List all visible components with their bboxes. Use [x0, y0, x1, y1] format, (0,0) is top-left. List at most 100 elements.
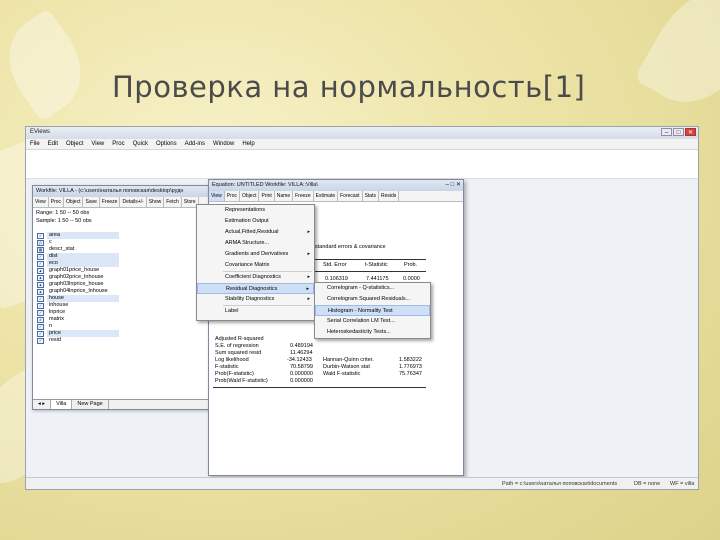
menu-item-gradients[interactable]: Gradients and Derivatives ▸: [197, 249, 314, 260]
stat-value: 70.58799: [290, 364, 313, 370]
eq-name-button[interactable]: Name: [275, 191, 294, 201]
eq-stats-button[interactable]: Stats: [363, 191, 379, 201]
menu-item-arma-structure[interactable]: ARMA Structure...: [197, 238, 314, 249]
stat-value: 0.000000: [290, 378, 313, 384]
tab-villa[interactable]: Villa: [51, 400, 73, 409]
wf-proc-button[interactable]: Proc: [49, 197, 65, 207]
stat-label-2: Durbin-Watson stat: [323, 364, 370, 370]
menu-help[interactable]: Help: [242, 141, 254, 147]
close-button[interactable]: ✕: [685, 128, 696, 136]
list-item[interactable]: ✓ lnprice: [37, 309, 222, 316]
eq-view-button[interactable]: View: [209, 191, 225, 201]
list-item[interactable]: ▲ graph01price_house: [37, 267, 222, 274]
list-item[interactable]: ✓ area: [37, 232, 222, 239]
menu-item-estimation-output[interactable]: Estimation Output: [197, 216, 314, 227]
app-title: EViews: [30, 129, 50, 135]
workfile-title: Workfile: VILLA - (c:\users\наталья попо…: [36, 188, 184, 194]
series-icon: ✓: [37, 337, 44, 344]
background-leaf-decoration: [0, 8, 100, 122]
tab-new-page[interactable]: New Page: [72, 400, 109, 409]
workfile-range: Range: 1 50 -- 50 obs: [36, 210, 90, 216]
submenu-item-correlogram-squared[interactable]: Correlogram Squared Residuals...: [315, 294, 430, 305]
eq-freeze-button[interactable]: Freeze: [293, 191, 314, 201]
eq-forecast-button[interactable]: Forecast: [338, 191, 363, 201]
eq-object-button[interactable]: Object: [240, 191, 260, 201]
menu-item-actual-fitted-residual[interactable]: Actual,Fitted,Residual ▸: [197, 227, 314, 238]
stat-value: 0.489194: [290, 343, 313, 349]
submenu-arrow-icon: ▸: [307, 296, 310, 302]
menu-object[interactable]: Object: [66, 141, 83, 147]
wf-fetch-button[interactable]: Fetch: [164, 197, 182, 207]
series-icon: ✓: [37, 253, 44, 260]
stat-row: Prob(Wald F-statistic) 0.000000: [215, 378, 425, 385]
menu-item-representations[interactable]: Representations: [197, 205, 314, 216]
command-window[interactable]: [26, 151, 698, 179]
wf-object-button[interactable]: Object: [64, 197, 84, 207]
list-item[interactable]: ✓ house: [37, 295, 222, 302]
header-std-error: Std. Error: [323, 262, 347, 268]
menu-add-ins[interactable]: Add-ins: [185, 141, 205, 147]
eq-proc-button[interactable]: Proc: [225, 191, 241, 201]
table-rule: [213, 387, 426, 388]
stat-label: Sum squared resid: [215, 350, 262, 356]
equation-toolbar: View Proc Object Print Name Freeze Estim…: [209, 191, 463, 202]
list-item[interactable]: ✓ resid: [37, 337, 222, 344]
list-item[interactable]: ▲ graph03lnprice_house: [37, 281, 222, 288]
submenu-item-heteroskedasticity[interactable]: Heteroskedasticity Tests...: [315, 327, 430, 338]
wf-show-button[interactable]: Show: [147, 197, 165, 207]
equation-window-controls[interactable]: – □ ✕: [446, 181, 461, 188]
workfile-object-list: ✓ area βc ▦ descr_stat ✓ dist ✓ eco ▲ graph01…: [37, 232, 222, 344]
stat-row: F-statistic 70.58799 Durbin-Watson stat …: [215, 364, 425, 371]
menu-item-coefficient-diagnostics[interactable]: Coefficient Diagnostics ▸: [197, 272, 314, 283]
list-item[interactable]: ✓ price: [37, 330, 222, 337]
app-title-bar: EViews – □ ✕: [26, 127, 698, 139]
maximize-button[interactable]: □: [673, 128, 684, 136]
submenu-item-serial-correlation[interactable]: Serial Correlation LM Test...: [315, 316, 430, 327]
background-leaf-decoration: [633, 0, 720, 124]
graph-icon: ▲: [37, 281, 44, 288]
wf-save-button[interactable]: Save: [83, 197, 100, 207]
menu-item-covariance-matrix[interactable]: Covariance Matrix: [197, 260, 314, 271]
stat-value-2: 1.583222: [399, 357, 422, 363]
list-item[interactable]: # matrix: [37, 316, 222, 323]
status-bar: Path = c:\users\наталья поповская\docume…: [26, 477, 698, 489]
list-item[interactable]: ✓ eco: [37, 260, 222, 267]
equation-title-bar[interactable]: Equation: UNTITLED Workfile: VILLA::Vill…: [209, 180, 463, 191]
header-prob: Prob.: [404, 262, 418, 268]
list-item[interactable]: ▦ descr_stat: [37, 246, 222, 253]
menu-item-label[interactable]: Label: [197, 306, 314, 317]
list-item[interactable]: ▲ graph04lnprice_lnhouse: [37, 288, 222, 295]
wf-details-button[interactable]: Details+/-: [120, 197, 147, 207]
menu-item-stability-diagnostics[interactable]: Stability Diagnostics ▸: [197, 294, 314, 305]
list-item[interactable]: βc: [37, 239, 222, 246]
menu-view[interactable]: View: [91, 141, 104, 147]
list-item[interactable]: ✓ lnhouse: [37, 302, 222, 309]
stat-label-2: Wald F-statistic: [323, 371, 361, 377]
menu-quick[interactable]: Quick: [133, 141, 148, 147]
wf-freeze-button[interactable]: Freeze: [100, 197, 121, 207]
menu-proc[interactable]: Proc: [112, 141, 124, 147]
tab-nav-arrows[interactable]: ◂ ▸: [33, 400, 52, 409]
menu-edit[interactable]: Edit: [48, 141, 58, 147]
matrix-icon: #: [37, 316, 44, 323]
list-item[interactable]: ▲ graph02price_lnhouse: [37, 274, 222, 281]
menu-file[interactable]: File: [30, 141, 40, 147]
eq-estimate-button[interactable]: Estimate: [314, 191, 339, 201]
submenu-item-correlogram-q[interactable]: Correlogram - Q-statistics...: [315, 283, 430, 294]
wf-view-button[interactable]: View: [33, 197, 49, 207]
stat-label: Prob(F-statistic): [215, 371, 254, 377]
list-item[interactable]: ✓ dist: [37, 253, 222, 260]
menu-window[interactable]: Window: [213, 141, 234, 147]
submenu-item-histogram-normality[interactable]: Histogram - Normality Test: [315, 305, 430, 316]
eq-print-button[interactable]: Print: [259, 191, 275, 201]
eq-resids-button[interactable]: Resids: [379, 191, 400, 201]
minimize-button[interactable]: –: [661, 128, 672, 136]
series-icon: ✓: [37, 323, 44, 330]
covariance-text: standard errors & covariance: [315, 244, 386, 250]
menu-options[interactable]: Options: [156, 141, 177, 147]
list-item[interactable]: ✓ n: [37, 323, 222, 330]
status-wf: WF = villa: [670, 481, 695, 487]
menu-item-residual-diagnostics[interactable]: Residual Diagnostics ▸: [197, 283, 314, 294]
workfile-title-bar[interactable]: Workfile: VILLA - (c:\users\наталья попо…: [33, 186, 226, 197]
stat-label: Adjusted R-squared: [215, 336, 264, 342]
